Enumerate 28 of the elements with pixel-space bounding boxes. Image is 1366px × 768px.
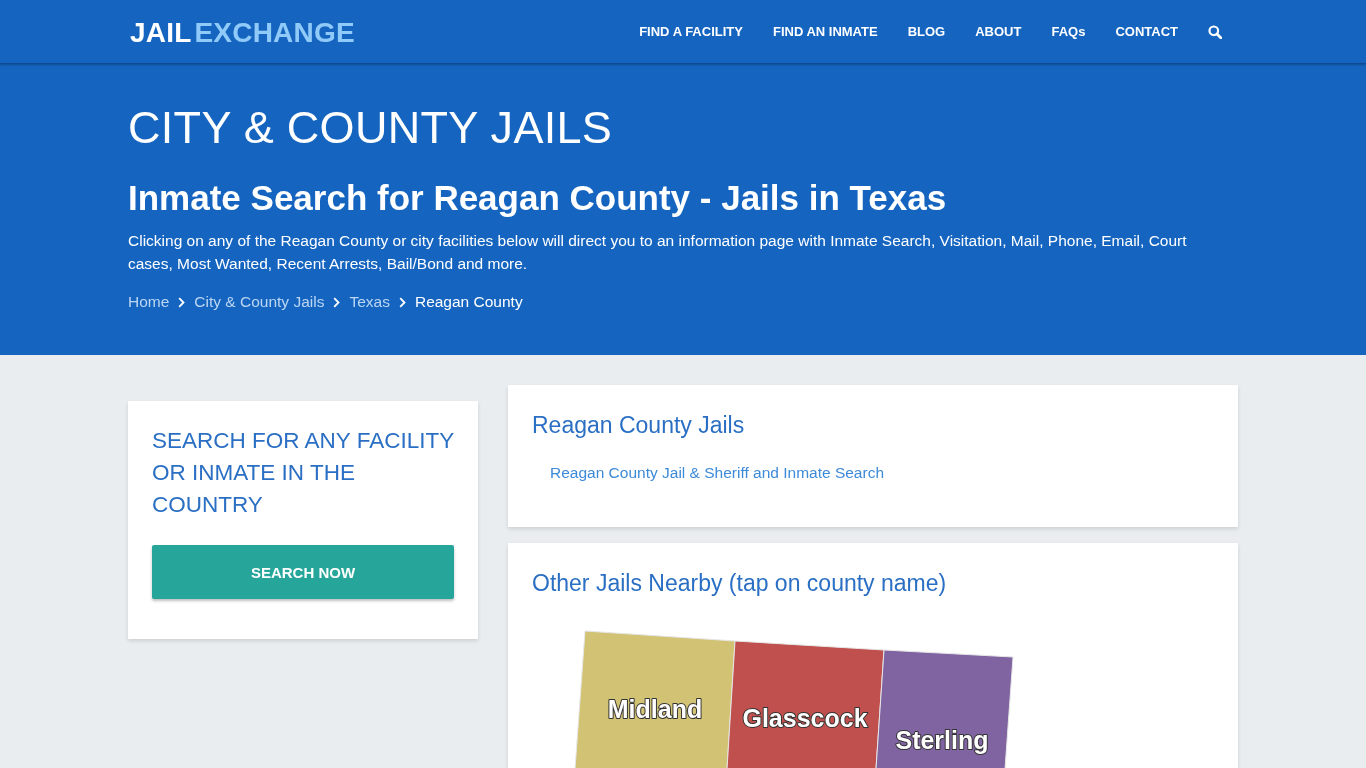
breadcrumb-current: Reagan County	[414, 292, 523, 312]
section-heading: Reagan County Jails	[532, 411, 746, 439]
county-label[interactable]: Sterling	[895, 726, 989, 754]
site-logo[interactable]: JAILEXCHANGE	[130, 16, 355, 47]
search-icon[interactable]	[1208, 24, 1222, 39]
chevron-icon	[398, 296, 406, 308]
category-title: CITY & COUNTY JAILS	[128, 101, 614, 154]
search-now-button[interactable]: SEARCH NOW	[152, 545, 454, 599]
chevron-icon	[333, 296, 341, 308]
county-region[interactable]	[726, 640, 885, 768]
chevron-icon	[178, 296, 186, 308]
nav-link[interactable]: BLOG	[907, 23, 946, 40]
nav-link[interactable]: ABOUT	[975, 23, 1022, 40]
nav-link[interactable]: FAQs	[1051, 23, 1086, 40]
county-label[interactable]: Glasscock	[742, 704, 868, 732]
nav-link[interactable]: FIND AN INMATE	[772, 23, 878, 40]
county-region[interactable]	[875, 649, 1014, 768]
nav-link[interactable]: FIND A FACILITY	[639, 23, 743, 40]
page-title: Inmate Search for Reagan County - Jails in Texas	[128, 177, 948, 219]
county-region[interactable]	[574, 630, 736, 768]
breadcrumb-link[interactable]: Texas	[349, 291, 390, 313]
section-heading: Other Jails Nearby (tap on county name)	[532, 569, 948, 597]
breadcrumb-link[interactable]: Home	[128, 291, 170, 313]
nav-link[interactable]: CONTACT	[1115, 23, 1178, 40]
breadcrumb-link[interactable]: City & County Jails	[194, 291, 325, 313]
search-card-heading: SEARCH FOR ANY FACILITY OR INMATE IN THE COUNTRY	[152, 427, 454, 519]
intro-paragraph: Clicking on any of the Reagan County or city facilities below will direct you to an information page with Inmate Search, Visitation, Mail, Phone, Email, Court cases, Most Wanted, Recent Arrests, Bail/Bond and more.	[128, 231, 1188, 274]
facility-link[interactable]: Reagan County Jail & Sheriff and Inmate Search	[550, 462, 885, 484]
